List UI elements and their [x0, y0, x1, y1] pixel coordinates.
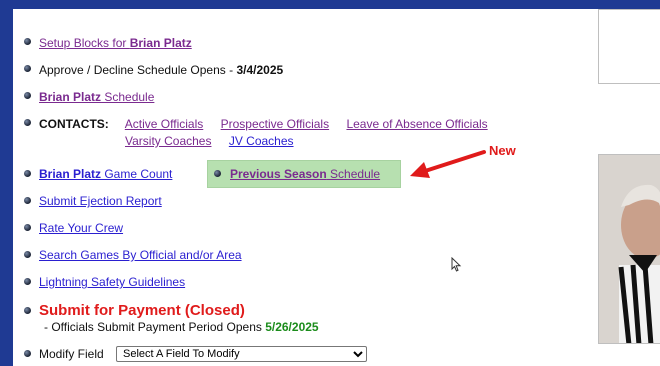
official-photo	[598, 154, 660, 344]
contacts-label: CONTACTS:	[39, 117, 109, 131]
new-annotation: New	[489, 143, 516, 158]
jv-coaches-link[interactable]: JV Coaches	[229, 134, 294, 148]
submit-payment-title: Submit for Payment (Closed)	[39, 302, 245, 319]
bullet-icon	[24, 38, 31, 45]
prospective-officials-link[interactable]: Prospective Officials	[221, 117, 330, 131]
bullet-icon	[24, 307, 31, 314]
active-officials-link[interactable]: Active Officials	[125, 117, 203, 131]
bullet-icon	[24, 92, 31, 99]
bullet-icon	[24, 278, 31, 285]
bullet-icon	[24, 350, 31, 357]
bullet-icon	[24, 197, 31, 204]
modify-field-select[interactable]: Select A Field To Modify	[116, 346, 367, 362]
official-schedule-link[interactable]: Brian Platz Schedule	[39, 90, 154, 104]
left-nav-bar	[0, 0, 13, 366]
official-photo-image	[599, 155, 660, 343]
game-count-link[interactable]: Brian Platz Game Count	[39, 167, 172, 181]
arrow-icon	[410, 150, 486, 178]
bullet-icon	[214, 170, 221, 177]
leave-of-absence-link[interactable]: Leave of Absence Officials	[346, 117, 487, 131]
cursor-icon	[451, 257, 462, 272]
bullet-icon	[24, 65, 31, 72]
rate-your-crew-link[interactable]: Rate Your Crew	[39, 221, 123, 235]
lightning-safety-link[interactable]: Lightning Safety Guidelines	[39, 275, 185, 289]
payment-period-note: - Officials Submit Payment Period Opens …	[44, 320, 319, 334]
previous-season-schedule-link[interactable]: Previous Season Schedule	[230, 167, 380, 181]
bullet-icon	[24, 224, 31, 231]
bullet-icon	[24, 119, 31, 126]
varsity-coaches-link[interactable]: Varsity Coaches	[125, 134, 211, 148]
submit-ejection-link[interactable]: Submit Ejection Report	[39, 194, 162, 208]
setup-blocks-link[interactable]: Setup Blocks for Brian Platz	[39, 36, 192, 50]
approve-decline-text: Approve / Decline Schedule Opens - 3/4/2…	[39, 63, 284, 77]
search-games-link[interactable]: Search Games By Official and/or Area	[39, 248, 242, 262]
bullet-icon	[24, 251, 31, 258]
top-nav-bar	[0, 0, 660, 9]
bullet-icon	[24, 170, 31, 177]
info-panel	[598, 9, 660, 84]
modify-field-label: Modify Field	[39, 347, 104, 361]
